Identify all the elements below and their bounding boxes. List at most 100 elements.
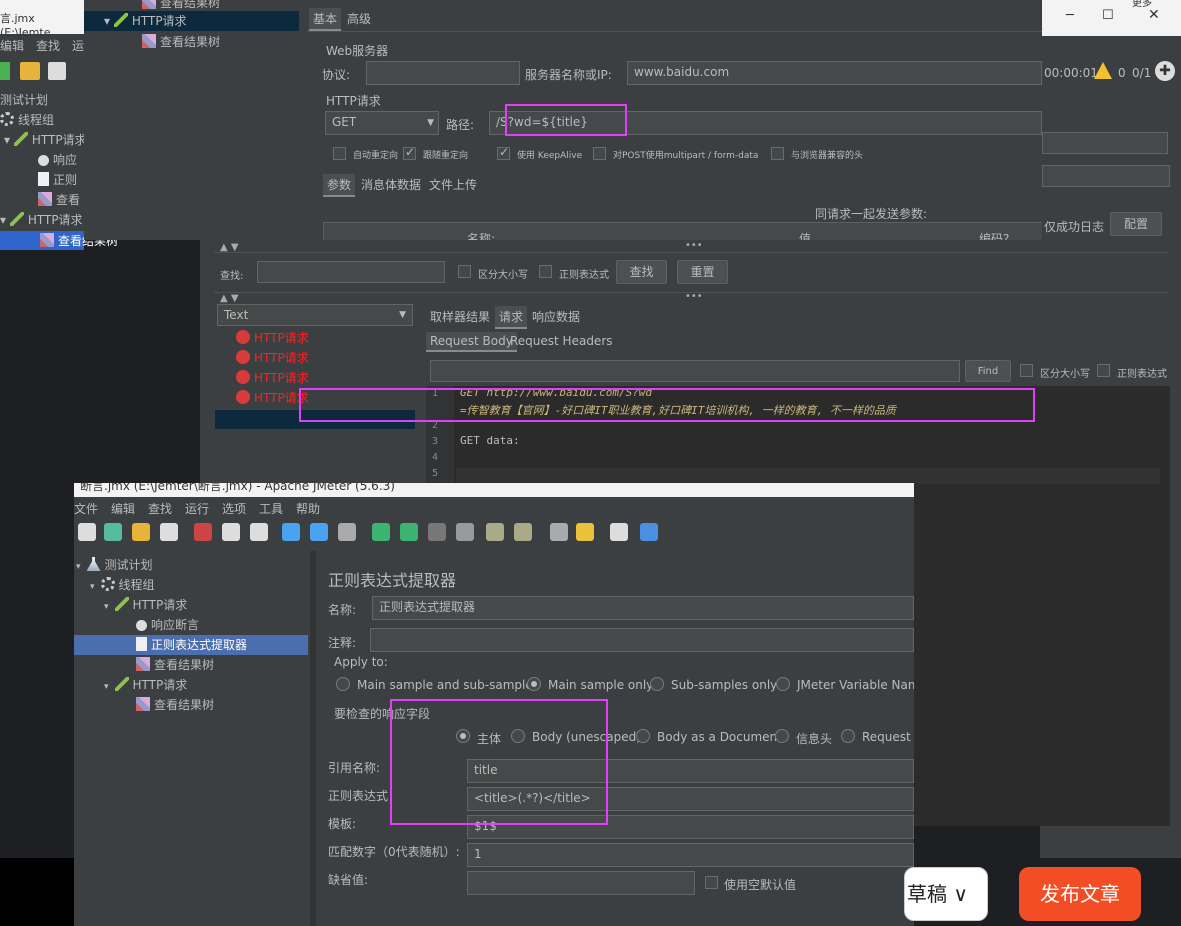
default-input[interactable]: [467, 871, 695, 895]
tree-http-request-2[interactable]: ▾ HTTP请求: [104, 675, 187, 695]
apply-radio[interactable]: [336, 677, 350, 691]
clear-icon[interactable]: [486, 523, 504, 541]
bg-tree-regex[interactable]: 正则: [38, 170, 77, 190]
bg-folder-icon[interactable]: [20, 62, 40, 80]
bg-menu-find[interactable]: 查找: [36, 37, 60, 54]
drag-handle-dots-2[interactable]: •••: [685, 291, 703, 302]
new-icon[interactable]: [78, 523, 96, 541]
sample-item[interactable]: HTTP请求: [236, 388, 309, 408]
tab-params[interactable]: 参数: [323, 174, 356, 197]
start-icon[interactable]: [372, 523, 390, 541]
tree-http-request[interactable]: ▾ HTTP请求: [104, 595, 187, 615]
function-icon[interactable]: [610, 523, 628, 541]
bg-tree-threadgroup[interactable]: 线程组: [0, 110, 54, 130]
bg-tree-view[interactable]: 查看: [38, 190, 80, 210]
regex-checkbox[interactable]: [539, 265, 552, 278]
tab-advanced[interactable]: 高级: [343, 8, 375, 29]
option-checkbox[interactable]: [403, 145, 416, 160]
expand-arrow-icon[interactable]: ▾: [104, 602, 109, 612]
templates-icon[interactable]: [104, 523, 122, 541]
reset-button[interactable]: 重置: [677, 260, 728, 284]
menu-item[interactable]: 帮助: [296, 500, 320, 517]
apply-radio[interactable]: [527, 677, 541, 691]
config-button[interactable]: 配置: [1110, 212, 1162, 236]
sample-item[interactable]: HTTP请求: [236, 368, 309, 388]
bg-input-1[interactable]: [1042, 132, 1168, 154]
option-checkbox[interactable]: [771, 147, 784, 160]
collapse-arrows-2[interactable]: ▲ ▼: [220, 293, 239, 304]
option-checkbox[interactable]: [497, 145, 510, 160]
add-icon[interactable]: ✚: [1155, 61, 1175, 81]
sample-item[interactable]: HTTP请求: [236, 328, 309, 348]
paste-icon[interactable]: [250, 523, 268, 541]
collapse-icon[interactable]: [310, 523, 328, 541]
field-radio[interactable]: [636, 729, 650, 743]
comment-input[interactable]: [370, 628, 914, 652]
bg-save-icon[interactable]: [48, 62, 66, 80]
drag-handle-dots[interactable]: •••: [685, 240, 703, 251]
expand-arrow-icon[interactable]: ▾: [76, 562, 81, 572]
tab-file-upload[interactable]: 文件上传: [425, 174, 481, 195]
apply-radio[interactable]: [650, 677, 664, 691]
expand-icon[interactable]: [282, 523, 300, 541]
find-input[interactable]: [430, 360, 960, 382]
bg-tree-http[interactable]: ▾ HTTP请求: [4, 130, 84, 150]
help-icon[interactable]: [640, 523, 658, 541]
empty-default-checkbox[interactable]: [705, 876, 718, 889]
publish-button[interactable]: 发布文章: [1019, 867, 1141, 921]
match-no-input[interactable]: 1: [467, 843, 914, 867]
tab-basic[interactable]: 基本: [309, 8, 342, 31]
menu-item[interactable]: 编辑: [111, 500, 135, 517]
bg-open-icon[interactable]: [0, 62, 10, 80]
protocol-input[interactable]: [366, 61, 520, 85]
menu-item[interactable]: 工具: [259, 500, 283, 517]
search-icon[interactable]: [550, 523, 568, 541]
shutdown-icon[interactable]: [456, 523, 474, 541]
apply-radio[interactable]: [776, 677, 790, 691]
tab-request-headers[interactable]: Request Headers: [506, 332, 617, 350]
tree-thread-group[interactable]: ▾ 线程组: [90, 575, 155, 595]
top-tree-http[interactable]: ▾ HTTP请求: [104, 11, 187, 31]
server-input[interactable]: www.baidu.com: [627, 61, 1042, 85]
clear-all-icon[interactable]: [514, 523, 532, 541]
menu-item[interactable]: 文件: [74, 500, 98, 517]
tree-response-assertion[interactable]: 响应断言: [136, 615, 199, 635]
copy-icon[interactable]: [222, 523, 240, 541]
menu-item[interactable]: 查找: [148, 500, 172, 517]
expand-arrow-icon[interactable]: ▾: [104, 682, 109, 692]
menu-item[interactable]: 运行: [185, 500, 209, 517]
tree-regex-extractor[interactable]: 正则表达式提取器: [136, 635, 247, 655]
draft-button[interactable]: 草稿 ∨: [904, 867, 988, 921]
bg-input-2[interactable]: [1042, 165, 1170, 187]
close-button[interactable]: ✕: [1148, 7, 1160, 23]
tab-body-data[interactable]: 消息体数据: [357, 174, 425, 195]
menu-item[interactable]: 选项: [222, 500, 246, 517]
stop-icon[interactable]: [428, 523, 446, 541]
reset-search-icon[interactable]: [576, 523, 594, 541]
tree-view-results[interactable]: 查看结果树: [136, 655, 214, 675]
find-regex-checkbox[interactable]: [1097, 364, 1110, 377]
tab-request[interactable]: 请求: [495, 306, 528, 329]
top-tree-result[interactable]: 查看结果树: [142, 32, 220, 52]
method-select[interactable]: GET ▼: [325, 111, 439, 135]
search-button[interactable]: 查找: [616, 260, 667, 284]
tab-request-body[interactable]: Request Body: [426, 332, 517, 352]
bg-tree-plan[interactable]: 测试计划: [0, 90, 48, 110]
tab-response-data[interactable]: 响应数据: [528, 306, 584, 327]
tree-view-results-2[interactable]: 查看结果树: [136, 695, 214, 715]
open-icon[interactable]: [132, 523, 150, 541]
save-icon[interactable]: [160, 523, 178, 541]
field-radio[interactable]: [775, 729, 789, 743]
tab-sampler-result[interactable]: 取样器结果: [426, 306, 494, 327]
name-input[interactable]: 正则表达式提取器: [372, 596, 914, 620]
maximize-button[interactable]: ☐: [1102, 8, 1114, 23]
find-case-checkbox[interactable]: [1020, 364, 1033, 377]
search-input[interactable]: [257, 261, 445, 283]
case-checkbox[interactable]: [458, 265, 471, 278]
cut-icon[interactable]: [194, 523, 212, 541]
minimize-button[interactable]: ─: [1066, 8, 1074, 23]
expand-arrow-icon[interactable]: ▾: [90, 582, 95, 592]
renderer-select[interactable]: Text ▼: [217, 304, 413, 326]
sample-item[interactable]: HTTP请求: [236, 348, 309, 368]
bg-menu-run[interactable]: 运: [72, 37, 84, 54]
